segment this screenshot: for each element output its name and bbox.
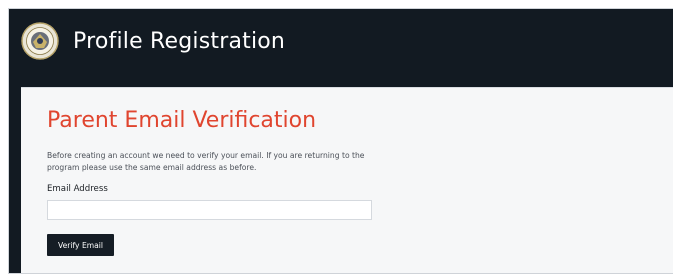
intro-text: Before creating an account we need to ve… — [47, 151, 365, 172]
app-title: Profile Registration — [73, 28, 286, 54]
email-field[interactable] — [47, 200, 372, 220]
verification-panel: Parent Email Verification Before creatin… — [21, 87, 673, 273]
app-window: Profile Registration Parent Email Verifi… — [8, 8, 673, 274]
section-heading: Parent Email Verification — [47, 108, 317, 133]
email-field-label: Email Address — [47, 184, 108, 194]
verify-email-button[interactable]: Verify Email — [47, 234, 114, 256]
seal-logo-icon — [21, 22, 59, 60]
app-header: Profile Registration — [9, 9, 673, 73]
